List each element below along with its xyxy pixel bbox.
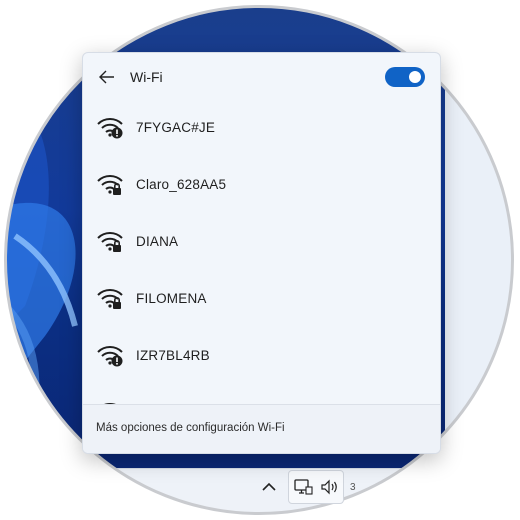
network-ssid: Claro_628AA5 [136, 176, 227, 192]
page-title: Wi-Fi [130, 69, 163, 85]
desktop-background [445, 6, 513, 514]
wifi-secured-icon [97, 232, 123, 252]
toggle-knob [409, 71, 421, 83]
network-item[interactable]: FILOMENA [83, 270, 440, 326]
back-button[interactable] [95, 66, 119, 88]
network-list: 7FYGAC#JE Claro_628AA5 DIANA FILOMENA IZ… [83, 99, 440, 405]
network-item[interactable] [83, 384, 440, 405]
clock-fragment[interactable]: 3 [350, 482, 356, 493]
network-ssid: IZR7BL4RB [136, 347, 210, 363]
network-ssid: FILOMENA [136, 290, 207, 306]
flyout-footer: Más opciones de configuración Wi-Fi [83, 404, 440, 453]
wifi-secured-icon [97, 175, 123, 195]
network-item[interactable]: IZR7BL4RB [83, 327, 440, 383]
wifi-warning-icon [97, 346, 123, 367]
network-ssid: DIANA [136, 233, 179, 249]
wifi-secured-icon [97, 289, 123, 309]
arrow-left-icon [99, 70, 114, 84]
network-pc-icon [293, 479, 313, 495]
network-item[interactable]: Claro_628AA5 [83, 156, 440, 212]
wifi-toggle[interactable] [385, 67, 425, 87]
quick-settings-button[interactable] [288, 470, 344, 504]
chevron-up-icon [262, 482, 276, 491]
wifi-warning-icon [97, 118, 123, 139]
screen: 3 Wi-Fi 7FYGAC#JE Claro_628AA5 DIANA FIL… [0, 0, 520, 520]
more-wifi-settings-link[interactable]: Más opciones de configuración Wi-Fi [96, 422, 285, 434]
wifi-flyout: Wi-Fi 7FYGAC#JE Claro_628AA5 DIANA FILOM… [82, 52, 441, 454]
system-tray: 3 [256, 470, 356, 504]
network-item[interactable]: DIANA [83, 213, 440, 269]
show-hidden-icons-button[interactable] [256, 470, 282, 504]
speaker-icon [320, 479, 337, 495]
network-ssid: 7FYGAC#JE [136, 119, 216, 135]
network-item[interactable]: 7FYGAC#JE [83, 99, 440, 155]
flyout-header: Wi-Fi [83, 53, 440, 99]
